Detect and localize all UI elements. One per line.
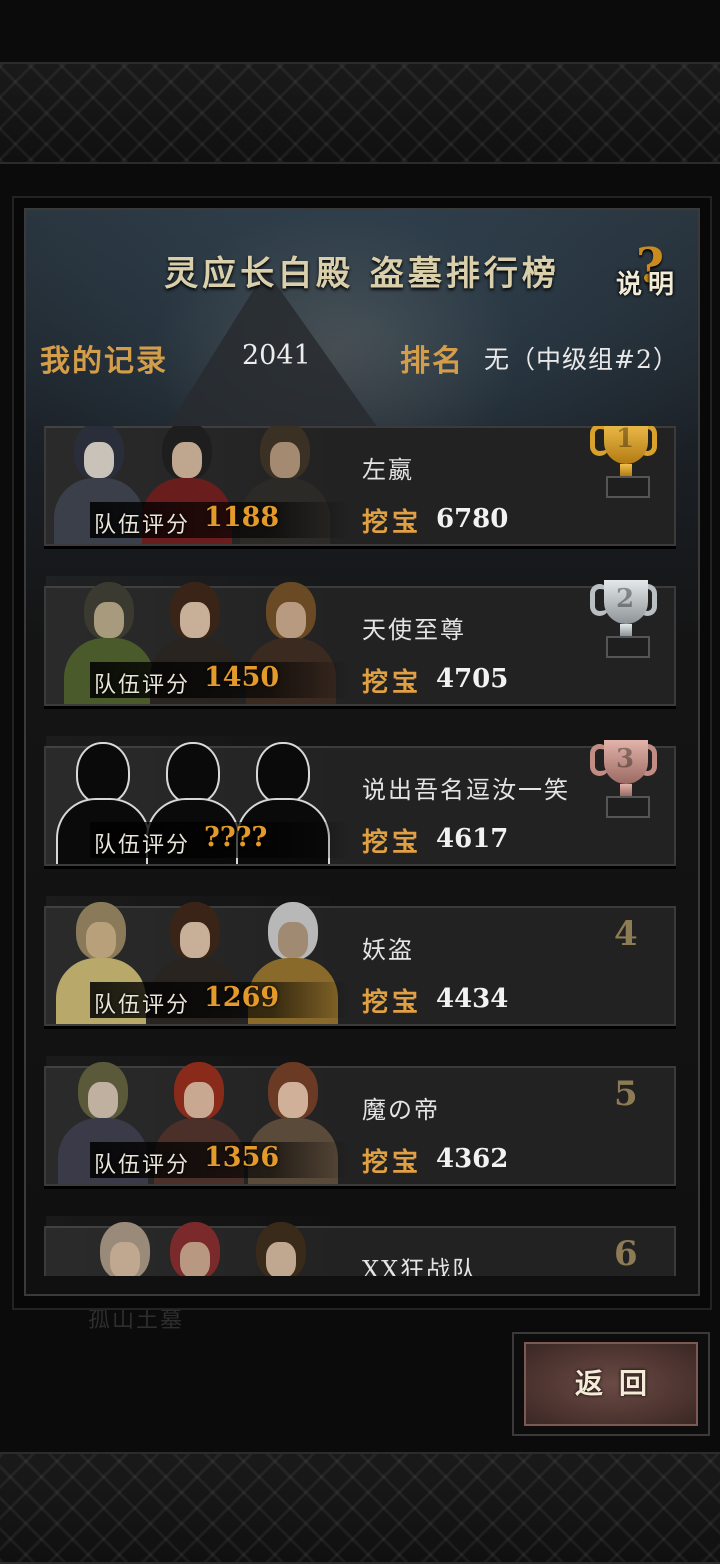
team-score: 队伍评分 1269 (90, 982, 350, 1018)
my-rank-label: 排名 (400, 344, 464, 379)
dig-value: 4705 (436, 664, 509, 694)
rank-number: 1 (616, 426, 635, 454)
hero-figure (146, 1216, 242, 1276)
leaderboard-list[interactable]: 队伍评分 1188 左嬴 挖宝 6780 1 队伍评分 1450 天使至尊 挖宝… (26, 426, 698, 1276)
team-score-label: 队伍评分 (94, 513, 191, 538)
player-name: XX狂战队 (362, 1256, 479, 1276)
team-score: 队伍评分 1188 (90, 502, 350, 538)
my-rank-value: 无（中级组#2） (484, 345, 679, 374)
help-label: 说明 (616, 270, 681, 300)
bronze-trophy-icon: 3 (590, 740, 662, 822)
silver-trophy-icon: 2 (590, 580, 662, 662)
dig-label: 挖宝 (362, 828, 423, 858)
rank-number: 2 (616, 584, 635, 614)
player-name: 说出吾名逗汝一笑 (362, 776, 570, 804)
my-record-value: 2041 (242, 340, 311, 371)
player-name: 妖盗 (362, 936, 414, 964)
dig-value: 4362 (436, 1144, 509, 1174)
team-score: 队伍评分 1356 (90, 1142, 350, 1178)
team-score-value: 1450 (204, 662, 280, 693)
dig-label: 挖宝 (362, 1148, 423, 1178)
top-decorative-border (0, 62, 720, 164)
dig-value: 4434 (436, 984, 509, 1014)
dig-label: 挖宝 (362, 668, 423, 698)
dig-value: 6780 (436, 504, 509, 534)
hero-figure (232, 1216, 328, 1276)
rank-number: 4 (614, 914, 638, 954)
team-score-value: ???? (204, 822, 268, 853)
dig-label: 挖宝 (362, 508, 423, 538)
leaderboard-entry[interactable]: 队伍评分 1269 妖盗 挖宝 4434 4 (44, 896, 676, 1026)
player-name: 左嬴 (362, 456, 414, 484)
leaderboard-entry[interactable]: 队伍评分 1450 天使至尊 挖宝 4705 2 (44, 576, 676, 706)
team-score-value: 1356 (204, 1142, 280, 1173)
leaderboard-panel: 灵应长白殿 盗墓排行榜 ? 说明 我的记录 2041 排名 无（中级组#2） 队… (24, 208, 700, 1296)
team-score-label: 队伍评分 (94, 993, 191, 1018)
leaderboard-entry[interactable]: 队伍评分 ???? 说出吾名逗汝一笑 挖宝 4617 3 (44, 736, 676, 866)
team-score-value: 1188 (204, 502, 280, 533)
help-button[interactable]: ? 说明 (614, 238, 694, 302)
leaderboard-entry[interactable]: 队伍评分 1356 魔の帝 挖宝 4362 5 (44, 1056, 676, 1186)
team-score-label: 队伍评分 (94, 833, 191, 858)
team-score: 队伍评分 ???? (90, 822, 350, 858)
team-score: 队伍评分 1450 (90, 662, 350, 698)
bottom-decorative-border (0, 1452, 720, 1564)
rank-number: 5 (614, 1074, 638, 1114)
gold-trophy-icon: 1 (590, 426, 662, 502)
leaderboard-entry[interactable]: XX狂战队 6 (44, 1216, 676, 1276)
team-score-value: 1269 (204, 982, 280, 1013)
rank-number: 3 (616, 744, 635, 774)
dig-label: 挖宝 (362, 988, 423, 1018)
team-portrait (46, 1216, 346, 1276)
leaderboard-entry[interactable]: 队伍评分 1188 左嬴 挖宝 6780 1 (44, 426, 676, 546)
back-button[interactable]: 返回 (512, 1332, 710, 1436)
back-button-plate: 返回 (524, 1342, 698, 1426)
player-name: 天使至尊 (362, 616, 466, 644)
my-record-label: 我的记录 (40, 344, 168, 379)
leaderboard-title: 灵应长白殿 盗墓排行榜 (164, 254, 560, 294)
player-name: 魔の帝 (362, 1096, 440, 1124)
team-score-label: 队伍评分 (94, 1153, 191, 1178)
dig-value: 4617 (436, 824, 509, 854)
team-score-label: 队伍评分 (94, 673, 191, 698)
rank-number: 6 (614, 1234, 638, 1274)
back-button-label: 返回 (574, 1367, 663, 1400)
